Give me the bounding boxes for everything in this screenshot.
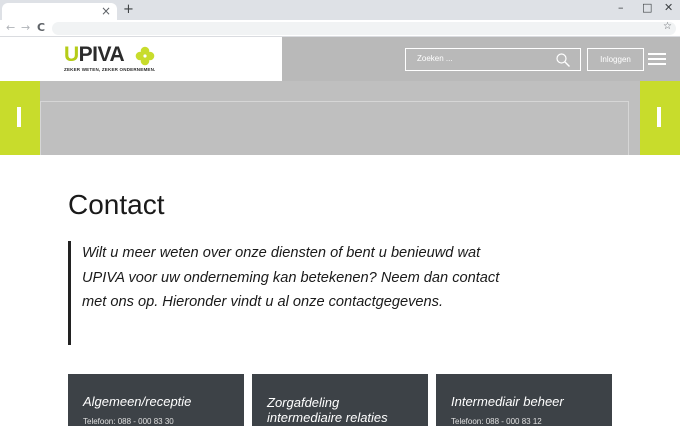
close-window-icon[interactable]: ✕ <box>664 1 673 15</box>
forward-icon[interactable]: → <box>21 21 30 35</box>
card-title: Intermediair beheer <box>451 394 564 409</box>
logo-flower-icon <box>135 46 155 66</box>
card-phone: Telefoon: 088 - 000 83 12 <box>451 417 542 426</box>
browser-tab[interactable]: × <box>2 3 117 20</box>
back-icon[interactable]: ← <box>6 21 15 35</box>
browser-toolbar: ← → C ☆ <box>0 20 680 37</box>
hero-banner <box>0 81 680 155</box>
prev-bar-icon <box>17 107 21 127</box>
card-phone: Telefoon: 088 - 000 83 30 <box>83 417 174 426</box>
hero-image-frame <box>40 101 629 155</box>
browser-tabstrip: × + – □ ✕ <box>0 0 680 20</box>
logo-wordmark: UPIVA <box>64 43 125 66</box>
card-title: Zorgafdeling intermediaire relaties <box>267 395 388 425</box>
logo-tagline: ZEKER WETEN, ZEKER ONDERNEMEN. <box>64 67 156 72</box>
contact-card-general[interactable]: Algemeen/receptie Telefoon: 088 - 000 83… <box>68 374 244 426</box>
maximize-icon[interactable]: □ <box>642 1 652 15</box>
contact-card-intermediary[interactable]: Intermediair beheer Telefoon: 088 - 000 … <box>436 374 612 426</box>
search-input[interactable]: Zoeken ... <box>405 48 581 71</box>
carousel-prev-button[interactable] <box>0 81 40 155</box>
minimize-icon[interactable]: – <box>618 1 624 15</box>
carousel-next-button[interactable] <box>640 81 680 155</box>
contact-card-care[interactable]: Zorgafdeling intermediaire relaties <box>252 374 428 426</box>
login-button[interactable]: Inloggen <box>587 48 644 71</box>
search-icon[interactable] <box>555 52 571 68</box>
hamburger-menu-icon[interactable] <box>648 53 666 66</box>
tab-close-icon[interactable]: × <box>101 4 111 18</box>
intro-text: Wilt u meer weten over onze diensten of … <box>82 245 500 310</box>
address-bar[interactable]: ☆ <box>52 21 676 35</box>
intro-quote: Wilt u meer weten over onze diensten of … <box>68 241 508 345</box>
bookmark-star-icon[interactable]: ☆ <box>663 21 672 32</box>
reload-icon[interactable]: C <box>37 21 45 35</box>
page-title: Contact <box>68 189 165 220</box>
card-title: Algemeen/receptie <box>83 394 192 409</box>
site-header: UPIVA ZEKER WETEN, ZEKER ONDERNEMEN. Zoe… <box>0 37 680 81</box>
search-placeholder: Zoeken ... <box>417 54 453 63</box>
logo[interactable]: UPIVA ZEKER WETEN, ZEKER ONDERNEMEN. <box>0 37 282 81</box>
next-bar-icon <box>657 107 661 127</box>
new-tab-icon[interactable]: + <box>123 3 134 17</box>
